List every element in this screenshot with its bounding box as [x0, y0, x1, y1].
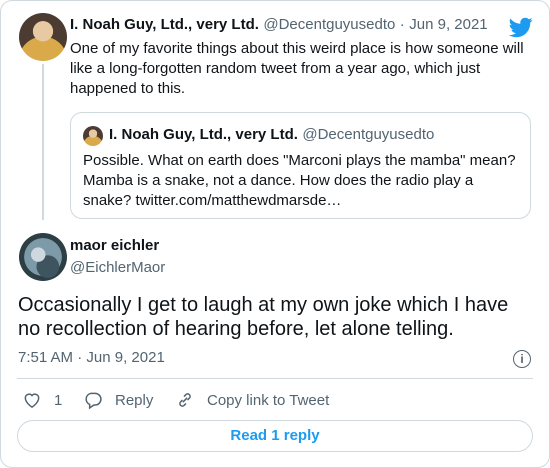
- thread-connector-line: [42, 64, 44, 220]
- like-count: 1: [54, 391, 63, 409]
- author-name[interactable]: I. Noah Guy, Ltd., very Ltd.: [70, 16, 259, 33]
- heart-icon: [24, 393, 40, 408]
- twitter-bird-icon[interactable]: [509, 15, 533, 39]
- read-replies-button[interactable]: Read 1 reply: [17, 420, 533, 452]
- quoted-author-handle: @Decentguyusedto: [302, 126, 435, 143]
- quoted-tweet-text: Possible. What on earth does "Marconi pl…: [83, 152, 516, 209]
- tweet-timestamp[interactable]: 7:51 AM · Jun 9, 2021: [18, 349, 165, 366]
- divider: [17, 378, 533, 379]
- quoted-tweet-header: I. Noah Guy, Ltd., very Ltd. @Decentguyu…: [109, 126, 434, 144]
- reply-author-avatar[interactable]: [19, 233, 67, 281]
- author-avatar[interactable]: [19, 13, 67, 61]
- timestamp-separator: ·: [77, 349, 83, 366]
- copy-link-label: Copy link to Tweet: [207, 391, 330, 409]
- reply-label: Reply: [115, 391, 154, 409]
- quoted-author-name: I. Noah Guy, Ltd., very Ltd.: [109, 126, 298, 143]
- tweet-time[interactable]: 7:51 AM: [18, 349, 73, 366]
- reply-author-name[interactable]: maor eichler: [70, 237, 159, 254]
- tweet-header: I. Noah Guy, Ltd., very Ltd. @Decentguyu…: [70, 16, 488, 34]
- link-icon: [179, 393, 191, 407]
- quoted-tweet[interactable]: I. Noah Guy, Ltd., very Ltd. @Decentguyu…: [70, 112, 531, 219]
- reply-tweet-text: Occasionally I get to laugh at my own jo…: [18, 294, 509, 340]
- tweet-date[interactable]: Jun 9, 2021: [409, 16, 487, 33]
- copy-link-button[interactable]: Copy link to Tweet: [175, 390, 329, 410]
- reply-author-handle[interactable]: @EichlerMaor: [70, 259, 165, 276]
- tweet-embed-card: I. Noah Guy, Ltd., very Ltd. @Decentguyu…: [0, 0, 550, 468]
- tweet-date[interactable]: Jun 9, 2021: [86, 349, 164, 366]
- like-button[interactable]: 1: [22, 390, 62, 410]
- tweet-text: One of my favorite things about this wei…: [70, 40, 524, 97]
- reply-button[interactable]: Reply: [83, 390, 153, 410]
- author-handle[interactable]: @Decentguyusedto: [263, 16, 395, 33]
- date-separator: ·: [399, 16, 405, 33]
- quoted-author-avatar: [83, 126, 103, 146]
- info-icon[interactable]: i: [513, 350, 531, 368]
- reply-bubble-icon: [85, 392, 102, 410]
